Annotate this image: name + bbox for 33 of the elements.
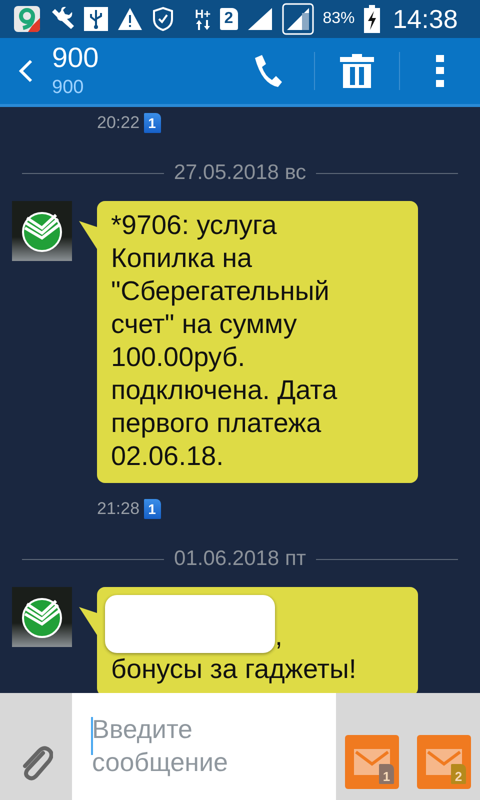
usb-icon: [84, 7, 108, 31]
send-button[interactable]: 1: [345, 735, 399, 789]
message-time: 21:28: [97, 499, 140, 519]
message-time: 20:22: [97, 113, 140, 133]
message-text: , бонусы за гаджеты!: [111, 595, 379, 686]
date-separator: 01.06.2018 пт: [174, 547, 306, 571]
sim-card-icon: 1: [144, 113, 161, 133]
battery-charging-icon: [364, 5, 380, 33]
trash-icon: [340, 54, 374, 88]
phone-icon: [252, 54, 282, 88]
send-button[interactable]: 2: [417, 735, 471, 789]
warning-icon: [117, 7, 143, 31]
sim-indicator: 2: [220, 8, 238, 30]
back-icon: [18, 58, 34, 84]
signal-icon: [282, 3, 314, 35]
clock: 14:38: [392, 4, 458, 34]
signal-icon: [246, 7, 273, 31]
sender-logo-icon: [12, 201, 72, 261]
sim-badge: 1: [379, 764, 394, 784]
app-icon: [14, 6, 40, 32]
contact-name: 900: [52, 42, 99, 72]
message-input[interactable]: Введите сообщение: [72, 693, 336, 800]
date-separator: 27.05.2018 вс: [174, 161, 306, 185]
data-arrows-icon: [196, 20, 210, 30]
sim-badge: 2: [451, 764, 466, 784]
sender-logo-icon: [12, 587, 72, 647]
sim-card-icon: 1: [144, 499, 161, 519]
more-icon: [436, 55, 444, 87]
message-text: *9706: услуга Копилка на "Сберегательный счет" на сумму 100.00руб. подключена. Дата первого платежа 02.06.18.: [111, 209, 338, 473]
network-type: H+: [195, 8, 211, 20]
contact-number: 900: [52, 76, 85, 100]
battery-level: 83%: [322, 10, 355, 28]
shield-icon: [152, 6, 174, 32]
